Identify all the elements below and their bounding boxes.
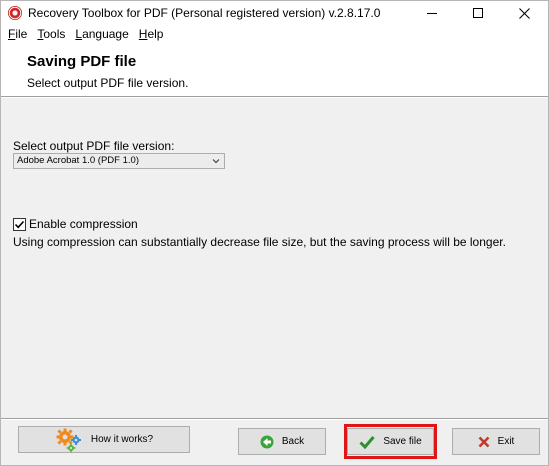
how-it-works-label: How it works?: [90, 434, 154, 445]
save-file-label: Save file: [383, 436, 422, 447]
version-dropdown[interactable]: Adobe Acrobat 1.0 (PDF 1.0): [13, 153, 225, 169]
save-file-button[interactable]: Save file: [347, 428, 434, 455]
menu-file[interactable]: File: [3, 27, 32, 41]
page-subtitle: Select output PDF file version.: [27, 76, 189, 90]
footer-bar: How it works? Back Save file Exit: [1, 420, 548, 465]
close-icon: [518, 7, 530, 19]
checkmark-icon: [14, 220, 25, 228]
menu-file-label: ile: [15, 27, 28, 41]
compression-label: Enable compression: [29, 217, 138, 231]
menu-tools[interactable]: Tools: [32, 27, 70, 41]
compression-checkbox[interactable]: [13, 217, 26, 231]
recovery-toolbox-icon: [8, 6, 22, 20]
version-label: Select output PDF file version:: [13, 139, 175, 153]
title-bar: Recovery Toolbox for PDF (Personal regis…: [1, 1, 548, 25]
maximize-icon: [473, 8, 483, 18]
close-button[interactable]: [501, 1, 547, 25]
chevron-down-icon: [212, 159, 220, 164]
menu-language[interactable]: Language: [70, 27, 133, 41]
menu-tools-label: ools: [43, 27, 66, 41]
how-it-works-button[interactable]: How it works?: [18, 426, 190, 453]
save-checkmark-icon: [359, 435, 375, 449]
page-header: Saving PDF file Select output PDF file v…: [1, 43, 548, 95]
back-button[interactable]: Back: [238, 428, 326, 455]
window-title: Recovery Toolbox for PDF (Personal regis…: [28, 6, 381, 20]
minimize-button[interactable]: [409, 1, 455, 25]
gears-icon: [55, 427, 83, 453]
version-dropdown-value: Adobe Acrobat 1.0 (PDF 1.0): [17, 155, 139, 166]
menu-help-label: elp: [147, 27, 164, 41]
exit-label: Exit: [497, 436, 515, 447]
compression-note: Using compression can substantially decr…: [13, 235, 506, 249]
page-title: Saving PDF file: [27, 53, 137, 70]
menu-help[interactable]: Help: [134, 27, 169, 41]
menu-language-label: anguage: [82, 27, 129, 41]
menu-bar: File Tools Language Help: [1, 25, 548, 43]
x-icon: [478, 436, 490, 448]
app-window: Recovery Toolbox for PDF (Personal regis…: [0, 0, 549, 466]
exit-button[interactable]: Exit: [452, 428, 540, 455]
back-label: Back: [281, 436, 305, 447]
minimize-icon: [427, 12, 437, 14]
maximize-button[interactable]: [455, 1, 501, 25]
back-arrow-icon: [260, 435, 274, 449]
compression-option[interactable]: Enable compression: [13, 216, 138, 232]
main-panel: Select output PDF file version: Adobe Ac…: [1, 98, 548, 418]
